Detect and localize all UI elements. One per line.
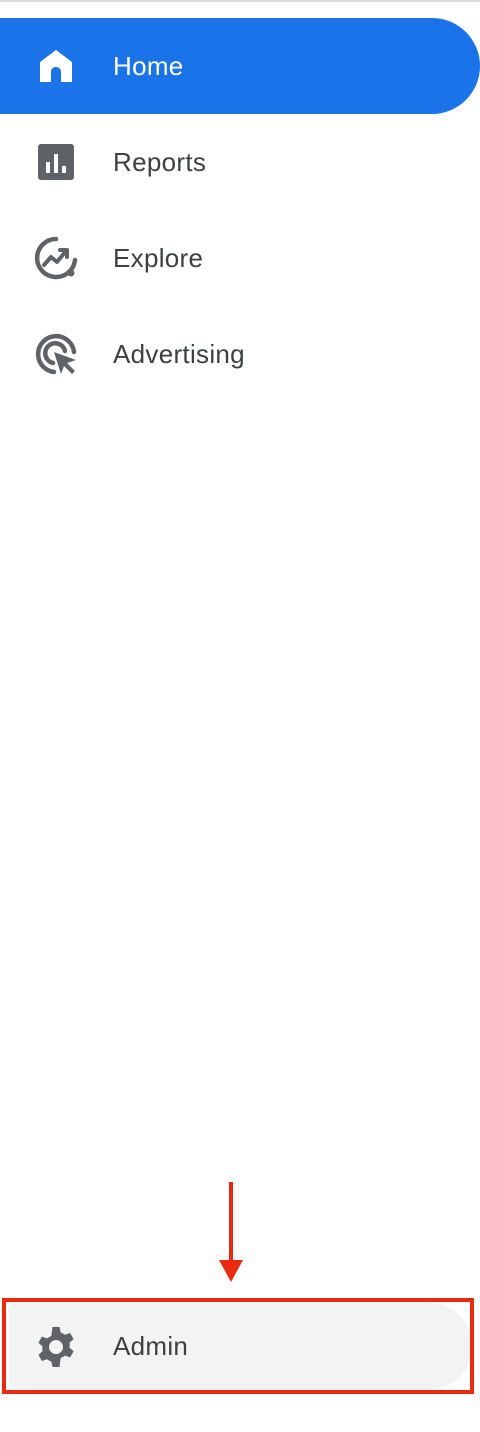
- explore-trend-icon: [32, 234, 80, 282]
- home-icon: [32, 42, 80, 90]
- nav-item-label: Advertising: [113, 338, 245, 369]
- nav-item-label: Home: [113, 50, 184, 81]
- annotation-highlight-box: [2, 1298, 474, 1394]
- nav-item-label: Reports: [113, 146, 207, 177]
- analytics-sidebar: Home Reports Explore Advertising Admin: [0, 0, 480, 1432]
- main-nav: Home Reports Explore Advertising: [0, 18, 480, 402]
- nav-item-label: Explore: [113, 242, 204, 273]
- nav-item-advertising[interactable]: Advertising: [0, 306, 480, 402]
- top-divider: [0, 0, 480, 2]
- annotation-arrow-icon: [219, 1182, 243, 1282]
- nav-item-home[interactable]: Home: [0, 18, 480, 114]
- nav-item-reports[interactable]: Reports: [0, 114, 480, 210]
- advertising-cursor-icon: [32, 330, 80, 378]
- reports-bar-chart-icon: [32, 138, 80, 186]
- nav-item-explore[interactable]: Explore: [0, 210, 480, 306]
